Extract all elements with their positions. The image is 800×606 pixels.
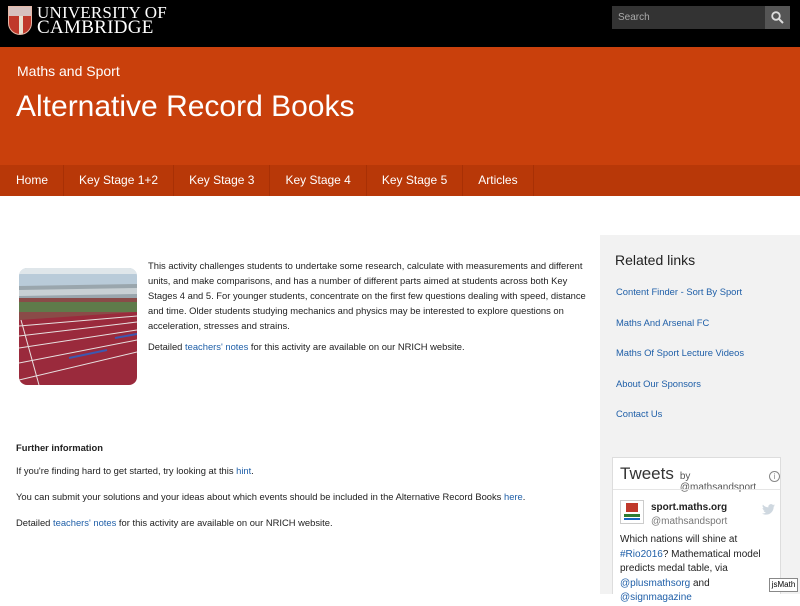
nav-key-stage-4[interactable]: Key Stage 4 [270,165,367,196]
info-icon[interactable]: i [769,471,780,482]
nav-key-stage-5[interactable]: Key Stage 5 [367,165,464,196]
teachers-notes-link-2[interactable]: teachers' notes [53,517,116,528]
section-label[interactable]: Maths and Sport [17,63,120,79]
related-links-title: Related links [615,252,696,268]
twitter-bird-icon[interactable] [762,502,775,520]
hashtag-link[interactable]: #Rio2016 [620,549,663,560]
tweet-text: Which nations will shine at #Rio2016? Ma… [620,534,761,603]
tweets-title: Tweets [620,464,674,483]
related-link-content-finder[interactable]: Content Finder - Sort By Sport [616,286,744,317]
submit-link[interactable]: here [504,491,523,502]
mention-link-plusmaths[interactable]: @plusmathsorg [620,578,690,589]
related-link-contact[interactable]: Contact Us [616,408,744,439]
search-icon [771,11,784,24]
submit-line: You can submit your solutions and your i… [16,491,526,502]
intro-text: This activity challenges students to und… [148,258,588,354]
search-button[interactable] [765,6,790,29]
university-logo[interactable]: UNIVERSITY OF CAMBRIDGE [8,4,167,38]
hint-line: If you're finding hard to get started, t… [16,465,254,476]
logo-line-2: CAMBRIDGE [37,17,154,38]
avatar[interactable] [620,500,644,524]
nav-home[interactable]: Home [0,165,65,196]
related-links-list: Content Finder - Sort By Sport Maths And… [616,286,744,439]
related-link-sponsors[interactable]: About Our Sponsors [616,378,744,409]
crest-icon [8,5,32,35]
nav-articles[interactable]: Articles [463,165,534,196]
notes-line: Detailed teachers' notes for this activi… [16,517,333,528]
twitter-widget: Tweets by @mathsandsport i sport.maths.o… [612,457,781,603]
further-heading: Further information [16,442,103,453]
intro-paragraph: This activity challenges students to und… [148,260,586,331]
related-link-arsenal[interactable]: Maths And Arsenal FC [616,317,744,348]
main-nav: Home Key Stage 1+2 Key Stage 3 Key Stage… [0,165,800,196]
teachers-notes-line: Detailed teachers' notes for this activi… [148,341,465,352]
hint-link[interactable]: hint [236,465,251,476]
top-bar: UNIVERSITY OF CAMBRIDGE [0,0,800,47]
page-header: Maths and Sport Alternative Record Books [0,47,800,165]
stadium-image [19,268,137,385]
nav-key-stage-1-2[interactable]: Key Stage 1+2 [64,165,175,196]
page-title: Alternative Record Books [16,90,355,123]
search-input[interactable] [612,6,765,29]
tweet-author-handle[interactable]: @mathsandsport [651,516,727,527]
related-link-lecture-videos[interactable]: Maths Of Sport Lecture Videos [616,347,744,378]
teachers-notes-link[interactable]: teachers' notes [185,341,248,352]
nav-key-stage-3[interactable]: Key Stage 3 [174,165,271,196]
tweets-by-handle-link[interactable]: @mathsandsport [680,482,756,493]
divider [613,489,780,490]
further-information: Further information If you're finding ha… [16,442,586,543]
jsmath-badge[interactable]: jsMath [769,578,798,592]
tweet-author-name[interactable]: sport.maths.org [651,502,727,513]
